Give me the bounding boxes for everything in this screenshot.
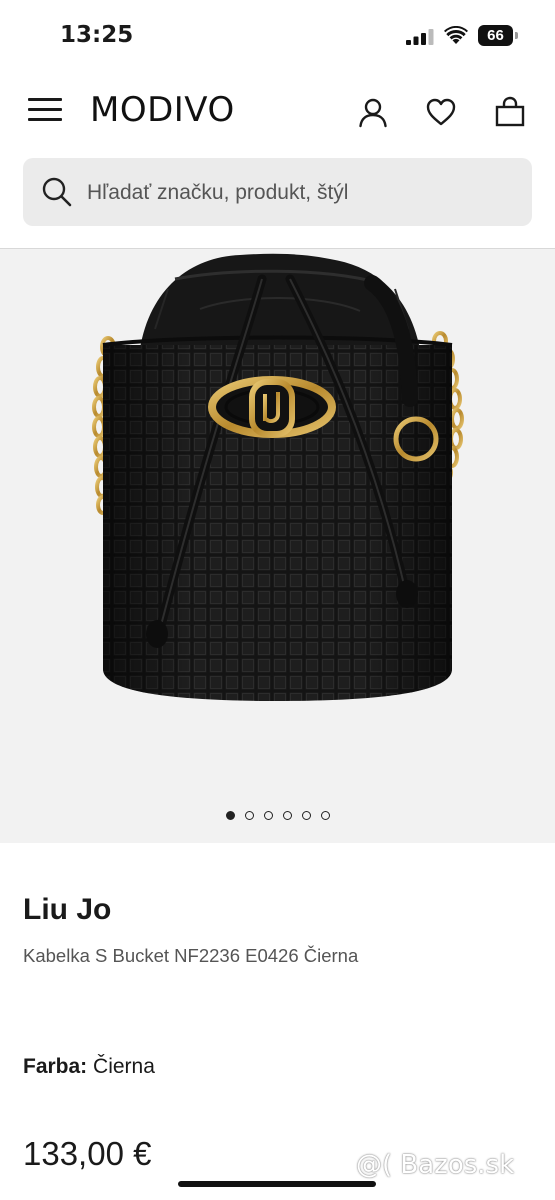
gallery-dot[interactable]	[301, 811, 311, 820]
battery-icon: 66	[478, 25, 518, 46]
product-color: Farba: Čierna	[23, 1055, 155, 1079]
product-gallery[interactable]	[0, 249, 555, 843]
gallery-dot[interactable]	[225, 811, 235, 820]
product-brand[interactable]: Liu Jo	[23, 893, 111, 927]
search-input[interactable]	[85, 172, 519, 214]
account-icon[interactable]	[357, 96, 389, 128]
color-value: Čierna	[93, 1055, 155, 1078]
home-indicator	[178, 1181, 376, 1187]
cart-icon[interactable]	[494, 96, 526, 128]
menu-icon[interactable]	[28, 98, 62, 124]
heart-icon[interactable]	[425, 96, 457, 128]
gallery-dot[interactable]	[263, 811, 273, 820]
gallery-dot[interactable]	[282, 811, 292, 820]
status-bar: 13:25 66	[0, 0, 555, 70]
gallery-pagination	[0, 807, 555, 823]
search-icon	[42, 177, 72, 207]
gallery-dot[interactable]	[320, 811, 330, 820]
brand-logo[interactable]: MODIVO	[90, 90, 235, 130]
product-price: 133,00 €	[23, 1135, 152, 1172]
product-image	[92, 253, 464, 701]
watermark: @( Bazos.sk	[356, 1150, 515, 1180]
app-header: MODIVO	[0, 76, 555, 146]
signal-icon	[406, 29, 434, 45]
search-bar[interactable]	[23, 158, 532, 226]
product-name: Kabelka S Bucket NF2236 E0426 Čierna	[23, 945, 359, 966]
status-time: 13:25	[60, 22, 134, 48]
battery-level: 66	[487, 27, 504, 44]
wifi-icon	[444, 26, 468, 44]
color-label: Farba:	[23, 1055, 88, 1078]
gallery-dot[interactable]	[244, 811, 254, 820]
